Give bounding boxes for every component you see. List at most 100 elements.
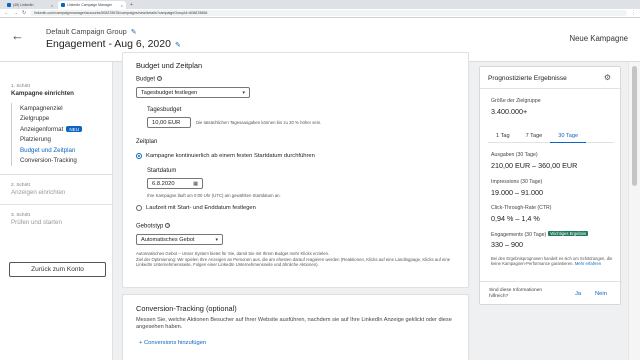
forecast-period-tabs: 1 Tag 7 Tage 30 Tage (488, 129, 614, 143)
sidebar-item-conversion-tracking[interactable]: Conversion-Tracking (20, 156, 112, 167)
start-date-label: Startdatum (147, 168, 177, 174)
impressions-label: Impressions (30 Tage) (491, 179, 543, 185)
scrollbar-thumb[interactable] (632, 66, 637, 186)
learn-more-link[interactable]: Mehr erfahren (575, 261, 601, 266)
spend-label: Ausgaben (30 Tage) (491, 152, 538, 158)
forward-nav-icon[interactable]: → (13, 10, 18, 16)
daily-budget-input[interactable]: 10,00 EUR (147, 117, 191, 128)
browser-tab-label: (45) LinkedIn (13, 3, 34, 7)
sidebar-item-kampagnenziel[interactable]: Kampagnenziel (20, 103, 112, 114)
engagements-label: Engagements (30 Tage) Wichtiges Ergebnis (491, 231, 589, 238)
key-result-badge: Wichtiges Ergebnis (548, 231, 589, 236)
budget-label: Budget? (136, 76, 163, 83)
sidebar-item-label: Budget und Zeitplan (20, 146, 76, 154)
ctr-label: Click-Through-Rate (CTR) (491, 205, 552, 211)
radio-button[interactable] (136, 205, 142, 211)
chevron-down-icon: ▾ (215, 236, 218, 243)
spend-value: 210,00 EUR – 360,00 EUR (491, 161, 578, 170)
bid-type-note: Automatisches Gebot – Unser System biete… (136, 251, 456, 268)
sidebar-item-label: Zielgruppe (20, 115, 50, 123)
schedule-label-text: Zeitplan (136, 139, 158, 145)
new-tab-button[interactable]: + (130, 2, 133, 8)
url-field[interactable]: linkedin.com/campaignmanager/accounts/50… (30, 10, 627, 16)
start-date-value: 6.8.2020 (152, 180, 175, 187)
sidebar-item-zielgruppe[interactable]: Zielgruppe (20, 114, 112, 125)
step-3-title[interactable]: Prüfen und starten (11, 219, 112, 226)
browser-tab-active[interactable]: LinkedIn Campaign Manager × (58, 1, 126, 9)
forecast-title: Prognostizierte Ergebnisse (488, 75, 567, 82)
budget-schedule-card: Budget und Zeitplan Budget? Tagesbudget … (122, 52, 469, 288)
sidebar-item-budget[interactable]: Budget und Zeitplan (20, 145, 112, 156)
info-icon[interactable]: ? (165, 223, 171, 228)
step-2-title[interactable]: Anzeigen einrichten (11, 189, 112, 196)
back-nav-icon[interactable]: ← (4, 10, 9, 16)
bid-type-label: Gebotstyp? (136, 223, 171, 230)
step-3-label: 3. Schritt (11, 213, 30, 218)
helpful-question: Sind diese Informationen hilfreich? (489, 288, 543, 299)
radio-continuous[interactable]: Kampagne kontinuierlich ab einem festen … (136, 153, 315, 159)
campaign-name-label: Engagement - Aug 6, 2020 (46, 38, 171, 50)
divider (480, 281, 622, 282)
browser-menu-icon[interactable]: ⋮ (631, 10, 636, 16)
campaign-group-name: Default Campaign Group ✎ (46, 27, 137, 36)
back-arrow-icon[interactable]: ← (11, 28, 24, 43)
sidebar-item-anzeigenformat[interactable]: Anzeigenformat NEU (20, 124, 112, 135)
conversion-title: Conversion-Tracking (optional) (136, 304, 237, 313)
campaign-name: Engagement - Aug 6, 2020 ✎ (46, 38, 181, 50)
bid-type-label-text: Gebotstyp (136, 223, 164, 230)
calendar-icon[interactable]: ▦ (193, 181, 198, 187)
new-badge: NEU (66, 126, 83, 133)
bid-note-1: Automatisches Gebot – Unser System biete… (136, 251, 330, 256)
sidebar-item-label: Platzierung (20, 136, 51, 144)
step-1-items: Kampagnenziel Zielgruppe Anzeigenformat N… (11, 103, 112, 166)
budget-type-select[interactable]: Tagesbudget festlegen ▾ (136, 87, 250, 98)
bid-type-select[interactable]: Automatisches Gebot ▾ (136, 234, 223, 245)
page-scrollbar[interactable] (628, 62, 640, 360)
budget-label-text: Budget (136, 76, 156, 83)
steps-sidebar: 1. Schritt Kampagne einrichten Kampagnen… (0, 62, 113, 360)
engagements-value: 330 – 900 (491, 240, 523, 249)
audience-size-label: Größe der Zielgruppe (491, 98, 541, 104)
engagements-label-text: Engagements (30 Tage) (491, 232, 547, 238)
radio-date-range[interactable]: Laufzeit mit Start- und Enddatum festleg… (136, 205, 256, 211)
sidebar-item-label: Conversion-Tracking (20, 157, 77, 165)
conversion-tracking-card: Conversion-Tracking (optional) Messen Si… (122, 294, 469, 360)
divider (0, 174, 112, 175)
edit-campaign-pencil-icon[interactable]: ✎ (175, 42, 181, 49)
section-title: Budget und Zeitplan (136, 61, 203, 70)
schedule-label: Zeitplan (136, 139, 157, 145)
helpful-yes-button[interactable]: Ja (575, 291, 581, 297)
conversion-description: Messen Sie, welche Aktionen Besucher auf… (136, 317, 452, 331)
impressions-value: 19.000 – 91.000 (491, 188, 543, 197)
info-icon[interactable]: ? (157, 76, 163, 81)
ctr-value: 0,94 % – 1,4 % (491, 214, 540, 223)
start-date-input[interactable]: 6.8.2020 ▦ (147, 178, 203, 189)
tab-7-days[interactable]: 7 Tage (518, 129, 551, 143)
chevron-down-icon: ▾ (242, 89, 245, 96)
radio-button-selected[interactable] (136, 153, 142, 159)
browser-tab[interactable]: (45) LinkedIn × (4, 1, 56, 9)
gear-icon[interactable]: ⚙ (604, 73, 611, 82)
step-1-title[interactable]: Kampagne einrichten (11, 90, 112, 97)
campaign-group-label: Default Campaign Group (46, 27, 127, 36)
edit-group-pencil-icon[interactable]: ✎ (131, 29, 137, 36)
close-tab-icon[interactable]: × (51, 3, 53, 8)
budget-type-value: Tagesbudget festlegen (141, 89, 198, 96)
divider (480, 88, 622, 89)
tab-1-day[interactable]: 1 Tag (488, 129, 518, 143)
sidebar-item-platzierung[interactable]: Platzierung (20, 135, 112, 146)
tab-30-days[interactable]: 30 Tage (550, 129, 587, 143)
helpful-no-button[interactable]: Nein (595, 291, 607, 297)
daily-budget-note: Die tatsächlichen Tagesausgaben können b… (196, 120, 322, 125)
reload-icon[interactable]: ↻ (22, 10, 26, 16)
step-1-label: 1. Schritt (11, 84, 30, 89)
close-tab-icon[interactable]: × (121, 3, 123, 8)
divider (0, 204, 112, 205)
radio-continuous-label: Kampagne kontinuierlich ab einem festen … (146, 153, 315, 159)
sidebar-item-label: Kampagnenziel (20, 104, 63, 112)
back-to-account-button[interactable]: Zurück zum Konto (9, 262, 106, 277)
new-campaign-label: Neue Kampagne (569, 34, 628, 43)
forecast-note: Bei den Ergebnisprognosen handelt es sic… (491, 256, 615, 267)
audience-size-value: 3.400.000+ (491, 107, 528, 116)
add-conversions-link[interactable]: + Conversions hinzufügen (139, 340, 206, 346)
